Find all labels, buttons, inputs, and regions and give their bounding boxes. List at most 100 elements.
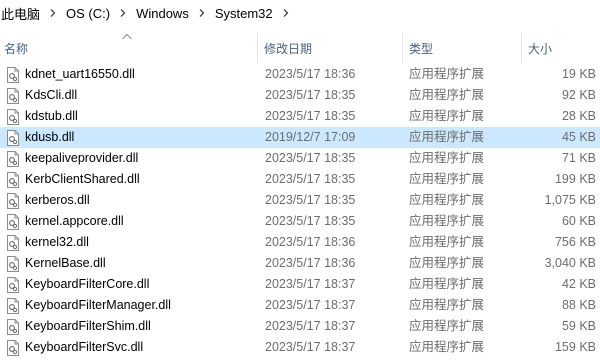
column-header-date[interactable]: 修改日期 — [264, 33, 402, 63]
dll-file-icon — [7, 67, 19, 83]
file-size: 45 KB — [561, 130, 596, 144]
file-row[interactable]: kdnet_uart16550.dll 2023/5/17 18:36 应用程序… — [0, 64, 600, 85]
file-name: kdnet_uart16550.dll — [25, 67, 135, 81]
dll-file-icon — [7, 88, 19, 104]
file-size: 59 KB — [561, 319, 596, 333]
dll-file-icon — [7, 172, 19, 188]
file-type: 应用程序扩展 — [409, 172, 485, 186]
file-name: keepaliveprovider.dll — [25, 151, 139, 165]
file-size: 88 KB — [561, 298, 596, 312]
dll-file-icon — [7, 340, 19, 356]
file-row[interactable]: KeyboardFilterManager.dll 2023/5/17 18:3… — [0, 295, 600, 316]
file-name: kdusb.dll — [25, 130, 75, 144]
file-name: KdsCli.dll — [25, 88, 78, 102]
chevron-right-icon[interactable] — [282, 9, 290, 17]
dll-file-icon — [7, 256, 19, 272]
file-type: 应用程序扩展 — [409, 151, 485, 165]
file-type: 应用程序扩展 — [409, 319, 485, 333]
dll-file-icon — [7, 298, 19, 314]
dll-file-icon — [7, 151, 19, 167]
file-name: KerbClientShared.dll — [25, 172, 140, 186]
file-type: 应用程序扩展 — [409, 109, 485, 123]
file-modified-date: 2023/5/17 18:37 — [265, 298, 356, 312]
file-name: kerberos.dll — [25, 193, 90, 207]
column-divider[interactable] — [402, 33, 403, 63]
file-type: 应用程序扩展 — [409, 277, 485, 291]
column-header-type-label: 类型 — [409, 41, 434, 56]
file-row[interactable]: KeyboardFilterCore.dll 2023/5/17 18:37 应… — [0, 274, 600, 295]
column-divider[interactable] — [257, 33, 258, 63]
file-size: 3,040 KB — [544, 256, 596, 270]
file-type: 应用程序扩展 — [409, 298, 485, 312]
file-size: 92 KB — [561, 88, 596, 102]
file-modified-date: 2023/5/17 18:35 — [265, 193, 356, 207]
dll-file-icon — [7, 277, 19, 293]
file-row[interactable]: KerbClientShared.dll 2023/5/17 18:35 应用程… — [0, 169, 600, 190]
file-modified-date: 2023/5/17 18:35 — [265, 151, 356, 165]
file-type: 应用程序扩展 — [409, 88, 485, 102]
dll-file-icon — [7, 193, 19, 209]
file-row[interactable]: kernel32.dll 2023/5/17 18:36 应用程序扩展 756 … — [0, 232, 600, 253]
file-size: 159 KB — [554, 340, 596, 354]
file-size: 756 KB — [554, 235, 596, 249]
file-name: KeyboardFilterShim.dll — [25, 319, 151, 333]
column-header-date-label: 修改日期 — [264, 41, 313, 56]
file-type: 应用程序扩展 — [409, 130, 485, 144]
chevron-right-icon[interactable] — [198, 9, 206, 17]
chevron-right-icon[interactable] — [49, 9, 57, 17]
file-modified-date: 2023/5/17 18:37 — [265, 319, 356, 333]
file-row[interactable]: KdsCli.dll 2023/5/17 18:35 应用程序扩展 92 KB — [0, 85, 600, 106]
file-modified-date: 2023/5/17 18:35 — [265, 214, 356, 228]
dll-file-icon — [7, 109, 19, 125]
file-type: 应用程序扩展 — [409, 67, 485, 81]
file-type: 应用程序扩展 — [409, 340, 485, 354]
file-modified-date: 2023/5/17 18:35 — [265, 109, 356, 123]
file-row[interactable]: kdstub.dll 2023/5/17 18:35 应用程序扩展 28 KB — [0, 106, 600, 127]
file-list: kdnet_uart16550.dll 2023/5/17 18:36 应用程序… — [0, 64, 600, 358]
breadcrumb-windows[interactable]: Windows — [136, 6, 189, 21]
dll-file-icon — [7, 319, 19, 335]
file-size: 19 KB — [561, 67, 596, 81]
file-type: 应用程序扩展 — [409, 193, 485, 207]
column-header: 名称 修改日期 类型 大小 — [0, 33, 600, 63]
file-name: KeyboardFilterManager.dll — [25, 298, 171, 312]
file-type: 应用程序扩展 — [409, 235, 485, 249]
file-size: 71 KB — [561, 151, 596, 165]
file-size: 199 KB — [554, 172, 596, 186]
file-modified-date: 2023/5/17 18:36 — [265, 256, 356, 270]
file-name: kernel32.dll — [25, 235, 89, 249]
file-modified-date: 2023/5/17 18:37 — [265, 340, 356, 354]
file-size: 60 KB — [561, 214, 596, 228]
breadcrumb-this-pc[interactable]: 此电脑 — [1, 4, 40, 23]
file-name: kdstub.dll — [25, 109, 78, 123]
file-row[interactable]: KeyboardFilterSvc.dll 2023/5/17 18:37 应用… — [0, 337, 600, 358]
dll-file-icon — [7, 235, 19, 251]
file-row[interactable]: kdusb.dll 2019/12/7 17:09 应用程序扩展 45 KB — [0, 127, 600, 148]
file-modified-date: 2023/5/17 18:36 — [265, 67, 356, 81]
breadcrumb-system32[interactable]: System32 — [215, 6, 273, 21]
column-header-name[interactable]: 名称 — [4, 33, 256, 63]
breadcrumb-os-c[interactable]: OS (C:) — [66, 6, 110, 21]
column-divider[interactable] — [521, 33, 522, 63]
column-header-type[interactable]: 类型 — [409, 33, 521, 63]
file-modified-date: 2023/5/17 18:35 — [265, 172, 356, 186]
file-row[interactable]: KernelBase.dll 2023/5/17 18:36 应用程序扩展 3,… — [0, 253, 600, 274]
file-modified-date: 2019/12/7 17:09 — [265, 130, 356, 144]
file-row[interactable]: KeyboardFilterShim.dll 2023/5/17 18:37 应… — [0, 316, 600, 337]
file-size: 42 KB — [561, 277, 596, 291]
file-type: 应用程序扩展 — [409, 256, 485, 270]
file-modified-date: 2023/5/17 18:37 — [265, 277, 356, 291]
column-header-size[interactable]: 大小 — [528, 33, 600, 63]
chevron-right-icon[interactable] — [119, 9, 127, 17]
file-row[interactable]: keepaliveprovider.dll 2023/5/17 18:35 应用… — [0, 148, 600, 169]
file-row[interactable]: kerberos.dll 2023/5/17 18:35 应用程序扩展 1,07… — [0, 190, 600, 211]
column-header-size-label: 大小 — [528, 41, 553, 56]
file-name: KernelBase.dll — [25, 256, 106, 270]
breadcrumb: 此电脑 OS (C:) Windows System32 — [0, 0, 600, 26]
file-size: 28 KB — [561, 109, 596, 123]
file-type: 应用程序扩展 — [409, 214, 485, 228]
file-name: kernel.appcore.dll — [25, 214, 124, 228]
column-header-name-label: 名称 — [4, 41, 29, 56]
file-row[interactable]: kernel.appcore.dll 2023/5/17 18:35 应用程序扩… — [0, 211, 600, 232]
dll-file-icon — [7, 130, 19, 146]
